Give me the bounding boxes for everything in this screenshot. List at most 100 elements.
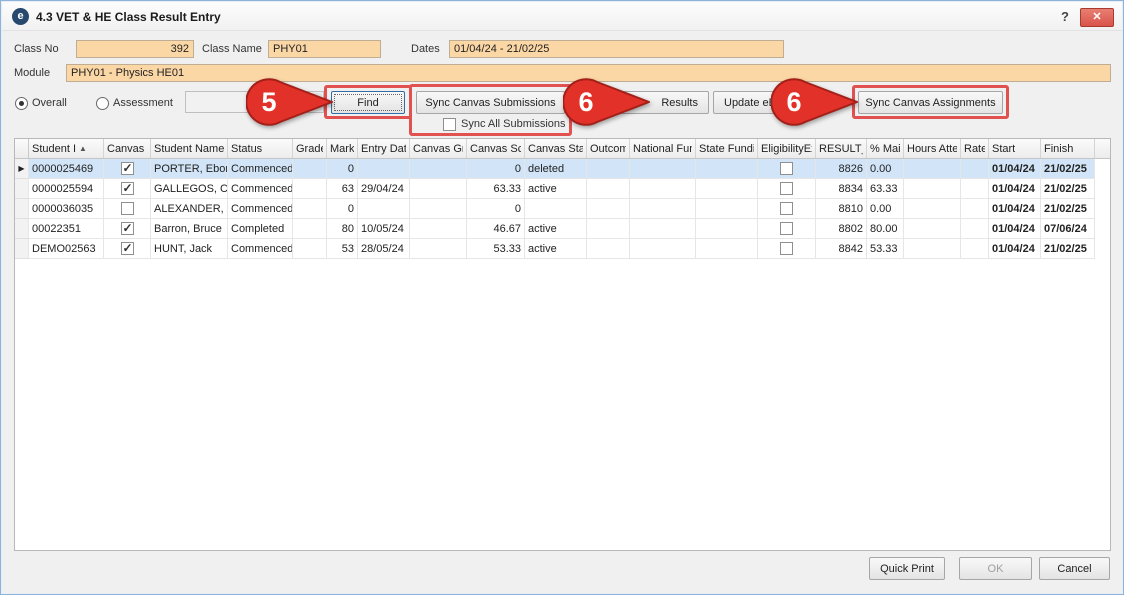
cell-canvas_status[interactable] — [525, 199, 587, 219]
cell-canvas_score[interactable]: 63.33 — [467, 179, 525, 199]
cell-hours_attended[interactable] — [904, 199, 961, 219]
class-name-field[interactable]: PHY01 — [268, 40, 381, 58]
cell-mark[interactable]: 0 — [327, 159, 358, 179]
cell-eligibility_ex[interactable] — [758, 219, 816, 239]
cell-student_name[interactable]: PORTER, Ebon — [151, 159, 228, 179]
cell-canvas_grade[interactable] — [410, 239, 467, 259]
grid-row[interactable]: DEMO02563HUNT, JackCommenced5328/05/2453… — [15, 239, 1110, 259]
help-button[interactable]: ? — [1057, 9, 1073, 25]
column-header-hours_attended[interactable]: Hours Atten — [904, 139, 961, 158]
cell-canvas_score[interactable]: 46.67 — [467, 219, 525, 239]
column-header-canvas_status[interactable]: Canvas Stat — [525, 139, 587, 158]
cell-status[interactable]: Commenced — [228, 239, 293, 259]
cell-status[interactable]: Commenced — [228, 159, 293, 179]
overall-radio[interactable] — [15, 97, 28, 110]
cell-entry_date[interactable]: 10/05/24 — [358, 219, 410, 239]
cell-state_funding[interactable] — [696, 219, 758, 239]
close-button[interactable]: ✕ — [1080, 8, 1114, 27]
sync-canvas-submissions-button[interactable]: Sync Canvas Submissions — [416, 91, 565, 114]
column-header-canvas_score[interactable]: Canvas Sco — [467, 139, 525, 158]
cell-finish[interactable]: 21/02/25 — [1041, 159, 1095, 179]
grid-row[interactable]: 0000036035ALEXANDER, JCommenced0088100.0… — [15, 199, 1110, 219]
cell-finish[interactable]: 21/02/25 — [1041, 239, 1095, 259]
column-header-start[interactable]: Start — [989, 139, 1041, 158]
cell-result_id[interactable]: 8802 — [816, 219, 867, 239]
cell-canvas_score[interactable]: 53.33 — [467, 239, 525, 259]
cell-national_funding[interactable] — [630, 159, 696, 179]
cell-state_funding[interactable] — [696, 159, 758, 179]
cell-eligibility_ex[interactable] — [758, 179, 816, 199]
cell-result_id[interactable]: 8826 — [816, 159, 867, 179]
eligibility_ex-checkbox[interactable] — [780, 242, 793, 255]
row-selector-cell[interactable] — [15, 199, 29, 219]
cell-rate[interactable] — [961, 159, 989, 179]
cell-canvas_enrolled[interactable] — [104, 179, 151, 199]
cell-outcome[interactable] — [587, 219, 630, 239]
grid-corner-cell[interactable] — [15, 139, 29, 158]
cell-outcome[interactable] — [587, 179, 630, 199]
column-header-outcome[interactable]: Outcom — [587, 139, 630, 158]
grid-row[interactable]: ▶0000025469PORTER, EbonCommenced00delete… — [15, 159, 1110, 179]
row-selector-cell[interactable] — [15, 179, 29, 199]
cell-hours_attended[interactable] — [904, 179, 961, 199]
column-header-status[interactable]: Status — [228, 139, 293, 158]
find-button[interactable]: Find — [331, 91, 405, 114]
cell-eligibility_ex[interactable] — [758, 199, 816, 219]
cell-student_id[interactable]: 0000025469 — [29, 159, 104, 179]
canvas_enrolled-checkbox[interactable] — [121, 242, 134, 255]
quick-print-button[interactable]: Quick Print — [869, 557, 945, 580]
cell-start[interactable]: 01/04/24 — [989, 159, 1041, 179]
column-header-pct_mark[interactable]: % Mai — [867, 139, 904, 158]
cell-canvas_status[interactable]: active — [525, 179, 587, 199]
cell-state_funding[interactable] — [696, 239, 758, 259]
cell-status[interactable]: Commenced — [228, 179, 293, 199]
cell-student_id[interactable]: 00022351 — [29, 219, 104, 239]
cell-mark[interactable]: 80 — [327, 219, 358, 239]
cell-start[interactable]: 01/04/24 — [989, 219, 1041, 239]
sync-all-submissions-checkbox[interactable] — [443, 118, 456, 131]
cell-national_funding[interactable] — [630, 179, 696, 199]
cell-outcome[interactable] — [587, 199, 630, 219]
column-header-entry_date[interactable]: Entry Date — [358, 139, 410, 158]
eligibility_ex-checkbox[interactable] — [780, 202, 793, 215]
cell-start[interactable]: 01/04/24 — [989, 239, 1041, 259]
cell-pct_mark[interactable]: 80.00 — [867, 219, 904, 239]
row-selector-cell[interactable] — [15, 239, 29, 259]
cell-status[interactable]: Commenced — [228, 199, 293, 219]
eligibility_ex-checkbox[interactable] — [780, 162, 793, 175]
cell-canvas_grade[interactable] — [410, 219, 467, 239]
title-bar[interactable]: e 4.3 VET & HE Class Result Entry ? ✕ — [2, 2, 1122, 31]
cell-eligibility_ex[interactable] — [758, 159, 816, 179]
cell-canvas_grade[interactable] — [410, 179, 467, 199]
grid-row[interactable]: 00022351Barron, BruceCompleted8010/05/24… — [15, 219, 1110, 239]
canvas_enrolled-checkbox[interactable] — [121, 202, 134, 215]
column-header-rate[interactable]: Rate — [961, 139, 989, 158]
cell-pct_mark[interactable]: 63.33 — [867, 179, 904, 199]
cell-canvas_status[interactable]: active — [525, 219, 587, 239]
cell-canvas_enrolled[interactable] — [104, 199, 151, 219]
column-header-result_id[interactable]: RESULT_ — [816, 139, 867, 158]
cell-mark[interactable]: 0 — [327, 199, 358, 219]
cell-rate[interactable] — [961, 199, 989, 219]
cell-eligibility_ex[interactable] — [758, 239, 816, 259]
cell-canvas_score[interactable]: 0 — [467, 199, 525, 219]
cell-start[interactable]: 01/04/24 — [989, 179, 1041, 199]
cell-mark[interactable]: 53 — [327, 239, 358, 259]
cell-canvas_grade[interactable] — [410, 199, 467, 219]
cell-canvas_enrolled[interactable] — [104, 219, 151, 239]
column-header-mark[interactable]: Mark — [327, 139, 358, 158]
cell-entry_date[interactable] — [358, 159, 410, 179]
column-header-student_name[interactable]: Student Name — [151, 139, 228, 158]
cell-rate[interactable] — [961, 219, 989, 239]
cell-finish[interactable]: 21/02/25 — [1041, 199, 1095, 219]
cell-status[interactable]: Completed — [228, 219, 293, 239]
cell-result_id[interactable]: 8842 — [816, 239, 867, 259]
cell-outcome[interactable] — [587, 159, 630, 179]
cell-student_name[interactable]: GALLEGOS, Ca — [151, 179, 228, 199]
column-header-national_funding[interactable]: National Fundi — [630, 139, 696, 158]
cell-start[interactable]: 01/04/24 — [989, 199, 1041, 219]
cell-mark[interactable]: 63 — [327, 179, 358, 199]
cell-canvas_status[interactable]: active — [525, 239, 587, 259]
canvas_enrolled-checkbox[interactable] — [121, 162, 134, 175]
canvas_enrolled-checkbox[interactable] — [121, 222, 134, 235]
